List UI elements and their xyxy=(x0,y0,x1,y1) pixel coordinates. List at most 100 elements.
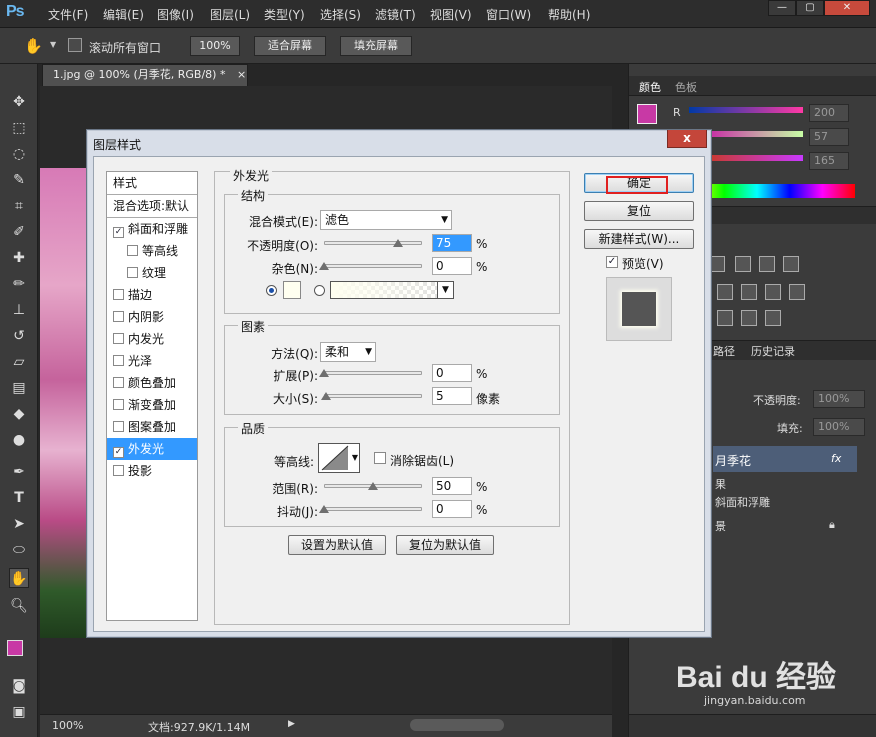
crop-tool-icon[interactable]: ⌗ xyxy=(9,196,29,216)
tool-preset-chevron-icon[interactable]: ▼ xyxy=(50,40,56,49)
style-item[interactable]: 纹理 xyxy=(107,262,197,284)
noise-slider-thumb[interactable] xyxy=(319,262,329,270)
restore-button[interactable]: ▢ xyxy=(796,0,824,16)
fill-value[interactable]: 100% xyxy=(813,418,865,436)
style-item[interactable]: 等高线 xyxy=(107,240,197,262)
opacity-slider-thumb[interactable] xyxy=(392,239,403,247)
dodge-tool-icon[interactable]: ● xyxy=(9,430,29,450)
reset-button[interactable]: 复位 xyxy=(584,201,694,221)
minimize-button[interactable]: — xyxy=(768,0,796,16)
adjustment-icon-4[interactable] xyxy=(783,256,799,272)
layer-fx-icon[interactable]: fx xyxy=(831,452,841,465)
style-item-checkbox[interactable] xyxy=(127,267,138,278)
eyedropper-tool-icon[interactable]: ✐ xyxy=(9,222,29,242)
opacity-slider[interactable] xyxy=(324,241,422,245)
dialog-close-button[interactable]: x xyxy=(667,130,707,148)
preview-checkbox[interactable]: ✓ xyxy=(606,256,618,268)
noise-slider[interactable] xyxy=(324,264,422,268)
jitter-input[interactable]: 0 xyxy=(432,500,472,518)
gradient-picker[interactable]: ▼ xyxy=(330,281,454,299)
gradient-radio[interactable] xyxy=(314,285,325,296)
zoom-100-button[interactable]: 100% xyxy=(190,36,240,56)
noise-input[interactable]: 0 xyxy=(432,257,472,275)
document-tab[interactable]: 1.jpg @ 100% (月季花, RGB/8) * × xyxy=(42,64,248,86)
history-brush-tool-icon[interactable]: ↺ xyxy=(9,326,29,346)
contour-picker[interactable]: ▼ xyxy=(318,443,360,473)
style-item-checkbox[interactable] xyxy=(113,465,124,476)
color-r-value[interactable]: 200 xyxy=(809,104,849,122)
opacity-value[interactable]: 100% xyxy=(813,390,865,408)
size-slider[interactable] xyxy=(324,394,422,398)
style-item-checkbox[interactable] xyxy=(113,311,124,322)
document-tab-close-icon[interactable]: × xyxy=(237,68,246,81)
adjustment-icon-5[interactable] xyxy=(717,284,733,300)
screen-mode-icon[interactable]: ▣ xyxy=(9,702,29,722)
menu-filter[interactable]: 滤镜(T) xyxy=(375,6,416,23)
size-slider-thumb[interactable] xyxy=(320,392,331,400)
pen-tool-icon[interactable]: ✒ xyxy=(9,462,29,482)
fit-screen-button[interactable]: 适合屏幕 xyxy=(254,36,326,56)
menu-select[interactable]: 选择(S) xyxy=(320,6,361,23)
clone-stamp-tool-icon[interactable]: ⊥ xyxy=(9,300,29,320)
color-r-slider[interactable] xyxy=(689,107,803,113)
adjustment-icon-3[interactable] xyxy=(759,256,775,272)
style-item[interactable]: 颜色叠加 xyxy=(107,372,197,394)
style-item[interactable]: 投影 xyxy=(107,460,197,482)
horizontal-scrollbar-thumb[interactable] xyxy=(410,719,504,731)
quick-mask-icon[interactable]: ◙ xyxy=(9,676,29,696)
range-slider-thumb[interactable] xyxy=(368,482,378,490)
jitter-slider[interactable] xyxy=(324,507,422,511)
hand-tool-icon[interactable]: ✋ xyxy=(24,37,43,55)
lasso-tool-icon[interactable]: ◌ xyxy=(9,144,29,164)
path-select-tool-icon[interactable]: ➤ xyxy=(9,514,29,534)
opacity-input[interactable]: 75 xyxy=(432,234,472,252)
spread-slider[interactable] xyxy=(324,371,422,375)
eraser-tool-icon[interactable]: ▱ xyxy=(9,352,29,372)
spread-input[interactable]: 0 xyxy=(432,364,472,382)
healing-brush-tool-icon[interactable]: ✚ xyxy=(9,248,29,268)
style-item[interactable]: 描边 xyxy=(107,284,197,306)
marquee-tool-icon[interactable]: ⬚ xyxy=(9,118,29,138)
style-item[interactable]: 内阴影 xyxy=(107,306,197,328)
style-item[interactable]: ✓ 斜面和浮雕 xyxy=(107,218,197,240)
style-item-checkbox[interactable] xyxy=(113,355,124,366)
menu-window[interactable]: 窗口(W) xyxy=(486,6,531,23)
style-list-header[interactable]: 样式 xyxy=(107,172,197,194)
style-item-checkbox[interactable] xyxy=(113,399,124,410)
zoom-tool-icon[interactable]: 🔍︎ xyxy=(9,596,29,616)
brush-tool-icon[interactable]: ✏ xyxy=(9,274,29,294)
spread-slider-thumb[interactable] xyxy=(319,369,329,377)
menu-help[interactable]: 帮助(H) xyxy=(548,6,590,23)
menu-file[interactable]: 文件(F) xyxy=(48,6,88,23)
status-doc-info[interactable]: 文档:927.9K/1.14M xyxy=(148,719,250,735)
fill-screen-button[interactable]: 填充屏幕 xyxy=(340,36,412,56)
blend-mode-select[interactable]: 滤色 ▼ xyxy=(320,210,452,230)
style-item-checkbox[interactable] xyxy=(113,377,124,388)
scroll-all-checkbox[interactable] xyxy=(68,38,82,52)
technique-select[interactable]: 柔和 ▼ xyxy=(320,342,376,362)
size-input[interactable]: 5 xyxy=(432,387,472,405)
adjustment-icon-8[interactable] xyxy=(789,284,805,300)
style-item[interactable]: 光泽 xyxy=(107,350,197,372)
style-item-checkbox[interactable]: ✓ xyxy=(113,227,124,238)
gradient-tool-icon[interactable]: ▤ xyxy=(9,378,29,398)
hand-tool-active-icon[interactable]: ✋ xyxy=(9,568,29,588)
blend-options-item[interactable]: 混合选项:默认 xyxy=(107,195,197,217)
style-item-checkbox[interactable] xyxy=(113,421,124,432)
color-b-value[interactable]: 165 xyxy=(809,152,849,170)
style-item-checkbox[interactable]: ✓ xyxy=(113,447,124,458)
menu-edit[interactable]: 编辑(E) xyxy=(103,6,144,23)
set-default-button[interactable]: 设置为默认值 xyxy=(288,535,386,555)
ellipse-tool-icon[interactable]: ⬭ xyxy=(9,540,29,560)
style-item[interactable]: ✓ 外发光 xyxy=(107,438,197,460)
tab-paths[interactable]: 路径 xyxy=(713,343,735,359)
quick-select-tool-icon[interactable]: ✎ xyxy=(9,170,29,190)
adjustment-icon-11[interactable] xyxy=(765,310,781,326)
adjustment-icon-7[interactable] xyxy=(765,284,781,300)
range-input[interactable]: 50 xyxy=(432,477,472,495)
style-item-checkbox[interactable] xyxy=(127,245,138,256)
new-style-button[interactable]: 新建样式(W)... xyxy=(584,229,694,249)
antialias-checkbox[interactable] xyxy=(374,452,386,464)
tab-history[interactable]: 历史记录 xyxy=(751,343,795,359)
jitter-slider-thumb[interactable] xyxy=(319,505,329,513)
